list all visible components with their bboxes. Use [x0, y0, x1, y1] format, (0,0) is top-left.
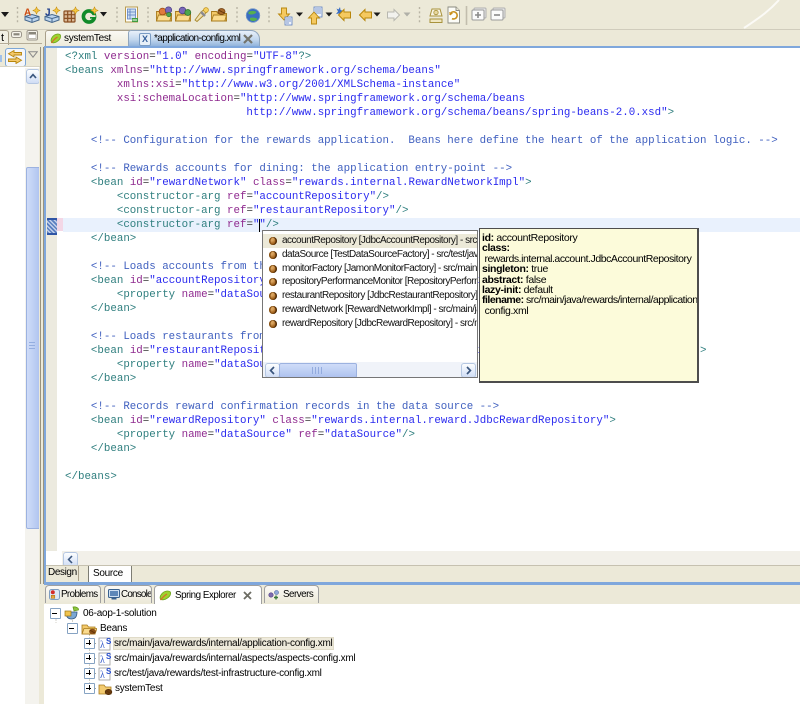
svg-text:S: S [106, 667, 112, 676]
svg-text:λ: λ [100, 670, 105, 681]
svg-text:λ: λ [100, 640, 105, 651]
svg-text:S: S [106, 637, 112, 646]
svg-text:λ: λ [100, 655, 105, 666]
svg-text:J: J [45, 8, 51, 19]
svg-text:A: A [24, 8, 31, 19]
svg-text:S: S [106, 652, 112, 661]
